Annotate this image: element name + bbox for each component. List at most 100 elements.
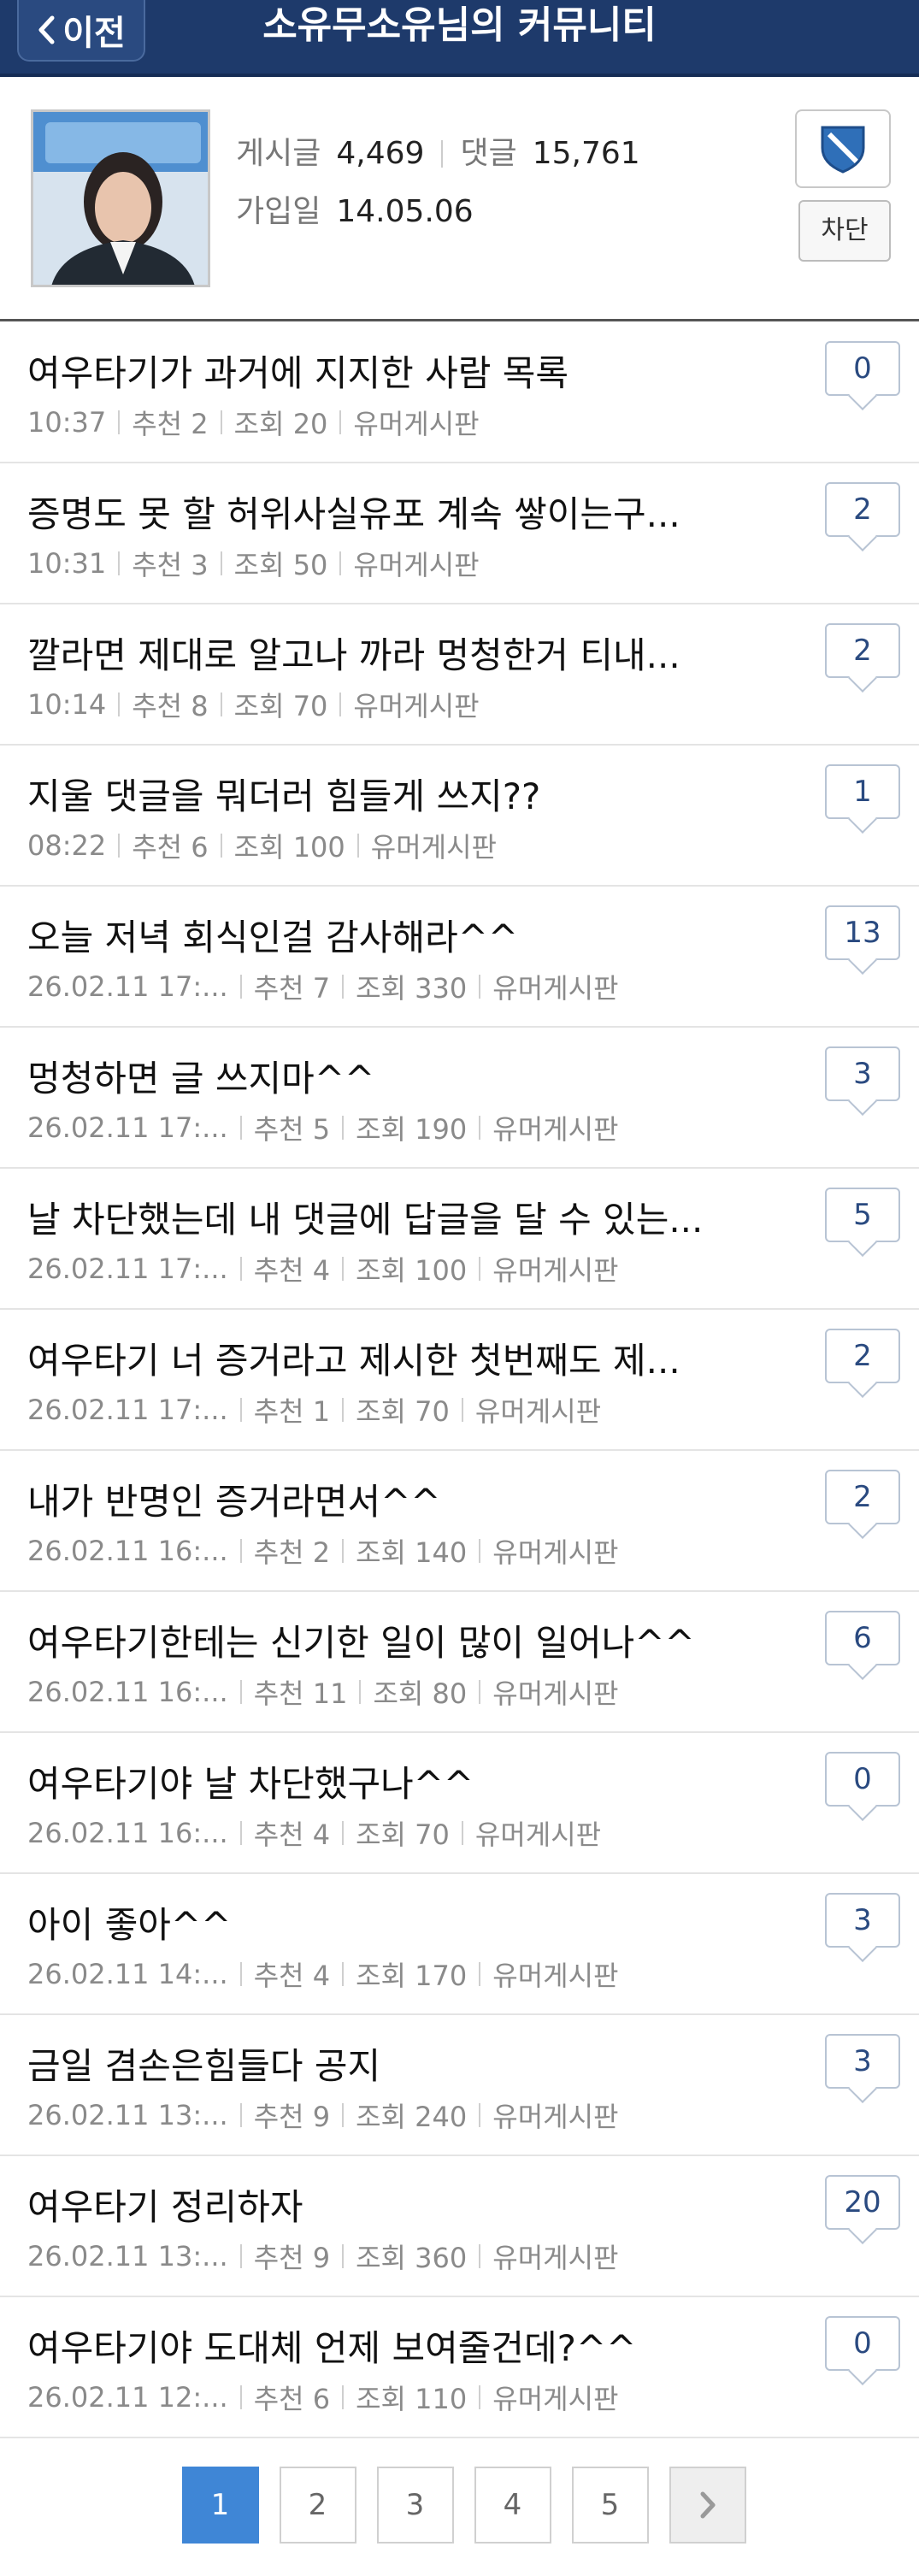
comment-count-badge[interactable]: 13 [825,905,900,960]
list-item[interactable]: 멍청하면 글 쓰지마^^ 26.02.11 17:... 추천 5 조회 190 유머게… [0,1028,919,1169]
meta-divider [342,1257,345,1281]
page-button[interactable]: 2 [279,2467,356,2544]
comment-count-badge[interactable]: 1 [825,764,900,819]
post-views: 조회 330 [356,972,468,1005]
comment-count-badge[interactable]: 3 [825,2034,900,2089]
post-recommend: 추천 9 [253,2242,331,2274]
list-item[interactable]: 지울 댓글을 뭐더러 힘들게 쓰지?? 08:22 추천 6 조회 100 유머게시판 1 [0,746,919,887]
list-item[interactable]: 오늘 저녁 회식인걸 감사해라^^ 26.02.11 17:... 추천 7 조회 3… [0,887,919,1028]
comment-count-badge[interactable]: 2 [825,482,900,537]
post-meta: 26.02.11 16:... 추천 2 조회 140 유머게시판 [27,1531,618,1571]
page-button[interactable]: 3 [376,2467,454,2544]
list-item[interactable]: 아이 좋아^^ 26.02.11 14:... 추천 4 조회 170 유머게시판 3 [0,1874,919,2015]
post-title[interactable]: 증명도 못 할 허위사실유포 계속 쌓이는구... [27,486,680,538]
comment-count-badge[interactable]: 2 [825,1329,900,1383]
post-title[interactable]: 아이 좋아^^ [27,1896,231,1948]
list-item[interactable]: 여우타기야 날 차단했구나^^ 26.02.11 16:... 추천 4 조회 70 유… [0,1733,919,1874]
post-board: 유머게시판 [474,1395,602,1428]
list-item[interactable]: 증명도 못 할 허위사실유포 계속 쌓이는구... 10:31 추천 3 조회 50 유… [0,463,919,604]
post-time: 10:31 [27,547,107,580]
post-meta: 10:31 추천 3 조회 50 유머게시판 [27,544,480,583]
post-views: 조회 140 [356,1536,468,1569]
page-button[interactable]: 4 [474,2467,551,2544]
post-views: 조회 70 [356,1819,450,1851]
post-meta: 26.02.11 12:... 추천 6 조회 110 유머게시판 [27,2378,618,2417]
meta-divider [118,551,121,575]
post-recommend: 추천 8 [132,690,209,722]
post-recommend: 추천 9 [253,2101,331,2133]
post-board: 유머게시판 [492,2383,619,2415]
post-time: 26.02.11 17:... [27,970,228,1003]
post-title[interactable]: 여우타기야 날 차단했구나^^ [27,1755,474,1807]
list-item[interactable]: 금일 겸손은힘들다 공지 26.02.11 13:... 추천 9 조회 240 유머게… [0,2015,919,2156]
post-title[interactable]: 깔라면 제대로 알고나 까라 멍청한거 티내... [27,627,680,679]
meta-divider [359,1680,362,1704]
list-item[interactable]: 여우타기야 도대체 언제 보여줄건데?^^ 26.02.11 12:... 추천 6… [0,2297,919,2438]
comment-count-badge[interactable]: 20 [825,2175,900,2230]
list-item[interactable]: 깔라면 제대로 알고나 까라 멍청한거 티내... 10:14 추천 8 조회 70 유… [0,604,919,746]
comment-count-badge[interactable]: 0 [825,341,900,396]
post-recommend: 추천 1 [253,1395,331,1428]
post-views: 조회 100 [356,1254,468,1287]
post-meta: 26.02.11 16:... 추천 4 조회 70 유머게시판 [27,1813,601,1853]
post-title[interactable]: 내가 반명인 증거라면서^^ [27,1473,441,1525]
post-views: 조회 20 [233,408,328,440]
list-item[interactable]: 여우타기한테는 신기한 일이 많이 일어나^^ 26.02.11 16:... 추천… [0,1592,919,1733]
post-board: 유머게시판 [492,2242,619,2274]
comment-count-badge[interactable]: 2 [825,623,900,678]
post-views: 조회 70 [233,690,328,722]
comment-count-badge[interactable]: 3 [825,1893,900,1948]
meta-divider [118,410,121,434]
comment-count-badge[interactable]: 3 [825,1046,900,1101]
shield-icon [821,126,865,174]
posts-count: 4,469 [336,136,425,171]
posts-label: 게시글 [236,136,321,171]
list-item[interactable]: 여우타기 너 증거라고 제시한 첫번째도 제... 26.02.11 17:...… [0,1310,919,1451]
post-views: 조회 170 [356,1960,468,1992]
list-item[interactable]: 내가 반명인 증거라면서^^ 26.02.11 16:... 추천 2 조회 140 유… [0,1451,919,1592]
comment-count-badge[interactable]: 6 [825,1611,900,1665]
comment-count-badge[interactable]: 0 [825,1752,900,1807]
meta-divider [239,1257,242,1281]
post-recommend: 추천 2 [132,408,209,440]
post-recommend: 추천 5 [253,1113,331,1146]
post-title[interactable]: 여우타기가 과거에 지지한 사람 목록 [27,345,568,397]
meta-divider [479,1257,481,1281]
comment-count-badge[interactable]: 0 [825,2316,900,2371]
post-recommend: 추천 3 [132,549,209,581]
post-recommend: 추천 4 [253,1254,331,1287]
post-title[interactable]: 여우타기 너 증거라고 제시한 첫번째도 제... [27,1332,680,1384]
meta-divider [220,693,222,716]
page-button[interactable]: 5 [571,2467,649,2544]
emblem-button[interactable] [795,109,891,188]
page-button[interactable]: 1 [181,2467,259,2544]
comment-count-badge[interactable]: 2 [825,1470,900,1524]
post-recommend: 추천 4 [253,1960,331,1992]
meta-divider [342,2244,345,2268]
comment-count-badge[interactable]: 5 [825,1188,900,1242]
post-views: 조회 240 [356,2101,468,2133]
post-title[interactable]: 여우타기 정리하자 [27,2178,303,2231]
post-title[interactable]: 날 차단했는데 내 댓글에 답글을 달 수 있는... [27,1191,703,1243]
avatar[interactable] [31,109,210,287]
page-title: 소유무소유님의 커뮤니티 [262,3,657,47]
list-item[interactable]: 날 차단했는데 내 댓글에 답글을 달 수 있는... 26.02.11 17:.… [0,1169,919,1310]
post-time: 26.02.11 13:... [27,2240,228,2272]
post-title[interactable]: 여우타기야 도대체 언제 보여줄건데?^^ [27,2320,636,2372]
post-recommend: 추천 4 [253,1819,331,1851]
meta-divider [239,1821,242,1845]
block-button[interactable]: 차단 [798,200,891,262]
post-board: 유머게시판 [353,408,480,440]
post-board: 유머게시판 [492,1254,619,1287]
post-title[interactable]: 금일 겸손은힘들다 공지 [27,2037,380,2090]
list-item[interactable]: 여우타기가 과거에 지지한 사람 목록 10:37 추천 2 조회 20 유머게시판 0 [0,322,919,463]
post-board: 유머게시판 [353,690,480,722]
post-title[interactable]: 지울 댓글을 뭐더러 힘들게 쓰지?? [27,768,540,820]
next-page-button[interactable] [669,2467,746,2544]
post-title[interactable]: 여우타기한테는 신기한 일이 많이 일어나^^ [27,1614,695,1666]
post-title[interactable]: 멍청하면 글 쓰지마^^ [27,1050,374,1102]
post-views: 조회 80 [373,1677,468,1710]
list-item[interactable]: 여우타기 정리하자 26.02.11 13:... 추천 9 조회 360 유머게시판 2… [0,2156,919,2297]
post-meta: 26.02.11 17:... 추천 4 조회 100 유머게시판 [27,1249,618,1288]
post-title[interactable]: 오늘 저녁 회식인걸 감사해라^^ [27,909,518,961]
